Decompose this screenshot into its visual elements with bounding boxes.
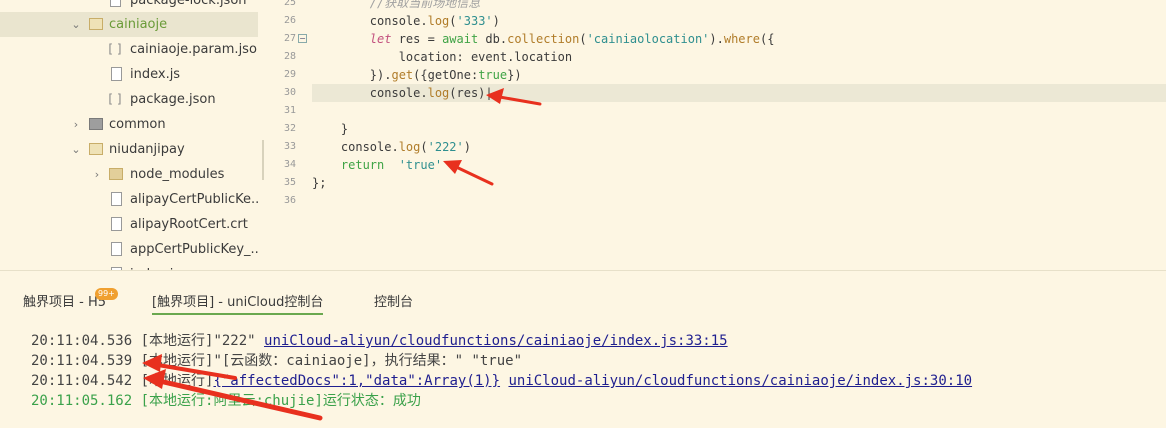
file-icon [111, 242, 122, 256]
folder-open-icon [89, 18, 103, 30]
line-number: 36 [283, 195, 296, 206]
tab-unicloud-console[interactable]: [触界项目] - uniCloud控制台 [152, 291, 324, 315]
line-number: 29 [283, 69, 296, 80]
line-number: 33 [283, 141, 296, 152]
tree-item-node-modules[interactable]: › node_modules [0, 162, 258, 187]
code-line: }; [312, 176, 327, 190]
folder-icon [109, 168, 123, 180]
code-line-highlighted: console.log(res)| [312, 84, 1166, 102]
line-number: 32 [283, 123, 296, 134]
file-explorer: package-lock.json ⌄ cainiaoje [ ] cainia… [0, 0, 258, 270]
code-line: return 'true' [312, 158, 443, 172]
line-number: 28 [283, 51, 296, 62]
line-number: 27 [283, 33, 296, 44]
folder-open-icon [89, 143, 103, 155]
code-line: console.log('333') [312, 14, 500, 28]
tab-console[interactable]: 控制台 [374, 291, 413, 310]
file-icon [111, 217, 122, 231]
code-line: console.log('222') [312, 140, 471, 154]
tree-item-index-js-2[interactable]: index.js [0, 262, 258, 270]
line-number: 25 [283, 0, 296, 8]
line-number: 26 [283, 15, 296, 26]
log-entry-success: 20:11:05.162 [本地运行:阿里云:chujie]运行状态：成功 [31, 393, 421, 409]
chevron-down-icon[interactable]: ⌄ [70, 12, 82, 37]
code-line: }).get({getOne:true}) [312, 68, 522, 82]
file-icon [111, 192, 122, 206]
tree-item-app-cert-public-key[interactable]: appCertPublicKey_... [0, 237, 258, 262]
tree-item-niudanjipay[interactable]: ⌄ niudanjipay [0, 137, 258, 162]
line-number: 35 [283, 177, 296, 188]
log-entry: 20:11:04.542 [本地运行]{"affectedDocs":1,"da… [31, 373, 973, 389]
tree-item-common[interactable]: › common [0, 112, 258, 137]
object-expand-link[interactable]: {"affectedDocs":1,"data":Array(1)} [213, 373, 500, 389]
tree-item-package-json[interactable]: [ ] package.json [0, 87, 258, 112]
code-editor[interactable]: 25 26 27 28 29 30 31 32 33 34 35 36 − //… [266, 0, 1166, 270]
tree-item-alipay-root-cert[interactable]: alipayRootCert.crt [0, 212, 258, 237]
tab-h5[interactable]: 触界项目 - H5 [23, 291, 106, 310]
log-entry: 20:11:04.539 [本地运行]"[云函数：cainiaoje]，执行结果… [31, 353, 523, 369]
console-panel: 触界项目 - H5 99+ [触界项目] - uniCloud控制台 控制台 2… [0, 270, 1166, 428]
fold-toggle-icon[interactable]: − [298, 34, 307, 43]
code-line: } [312, 122, 349, 136]
tree-item-cainiaoje-param[interactable]: [ ] cainiaoje.param.json [0, 37, 258, 62]
chevron-down-icon[interactable]: ⌄ [70, 137, 82, 162]
json-file-icon: [ ] [108, 42, 122, 56]
folder-icon [89, 118, 103, 130]
line-number: 31 [283, 105, 296, 116]
tree-item-index-js[interactable]: index.js [0, 62, 258, 87]
tree-item-alipay-cert-public-key[interactable]: alipayCertPublicKe... [0, 187, 258, 212]
tree-item-cainiaoje[interactable]: ⌄ cainiaoje [0, 12, 258, 37]
chevron-right-icon[interactable]: › [70, 112, 82, 137]
sidebar-resize-handle[interactable] [262, 140, 264, 180]
log-entry: 20:11:04.536 [本地运行]"222" uniCloud-aliyun… [31, 333, 728, 349]
line-number: 30 [283, 87, 296, 98]
json-file-icon: [ ] [108, 92, 122, 106]
js-file-icon [111, 67, 122, 81]
line-number: 34 [283, 159, 296, 170]
file-icon [110, 0, 121, 7]
source-link[interactable]: uniCloud-aliyun/cloudfunctions/cainiaoje… [264, 333, 728, 349]
code-line: let res = await db.collection('cainiaolo… [312, 32, 775, 46]
notification-badge: 99+ [95, 288, 118, 300]
code-line: location: event.location [312, 50, 573, 64]
chevron-right-icon[interactable]: › [91, 162, 103, 187]
code-line: //获取当前场地信息 [312, 0, 481, 10]
source-link[interactable]: uniCloud-aliyun/cloudfunctions/cainiaoje… [508, 373, 972, 389]
